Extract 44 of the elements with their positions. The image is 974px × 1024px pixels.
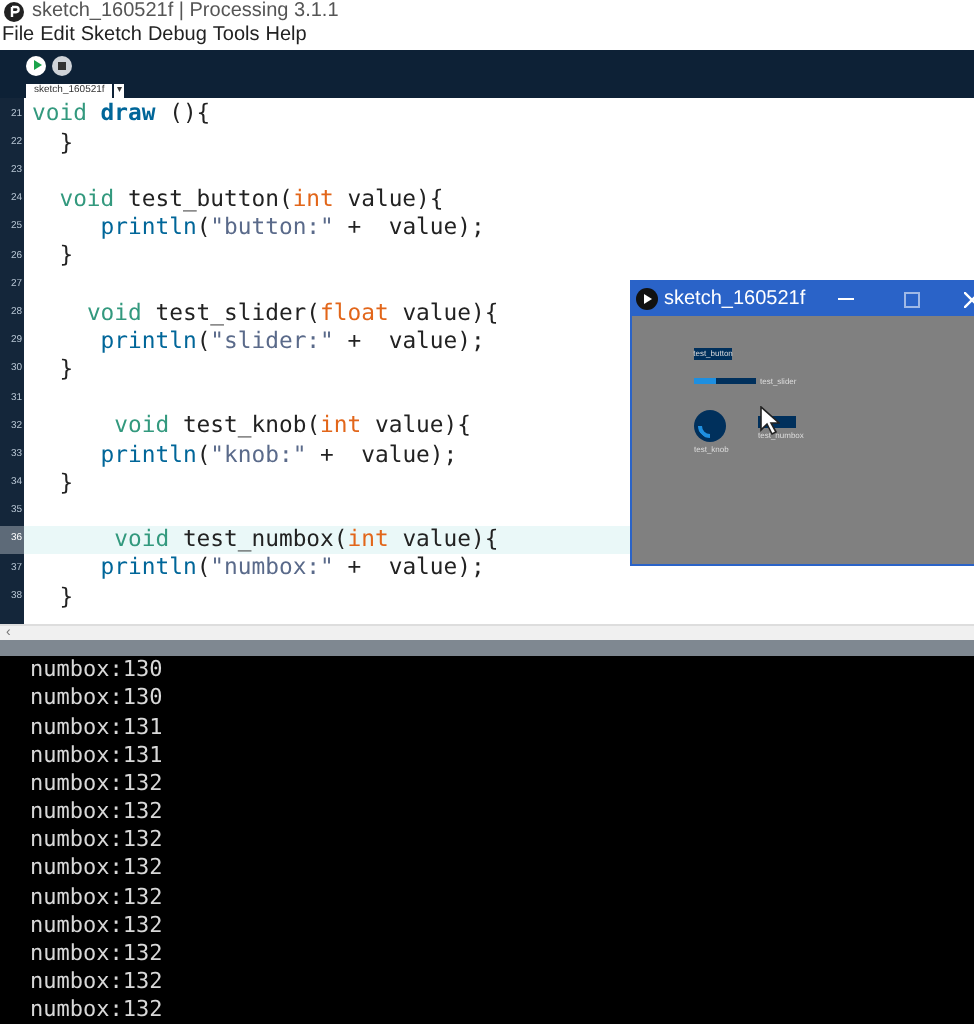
console-line: numbox:130 (30, 658, 163, 681)
app-logo-icon (636, 288, 658, 310)
menu-item[interactable]: Edit (40, 26, 75, 47)
code-line: println("knob:" + value); (98, 443, 458, 467)
console-line: numbox:132 (30, 970, 163, 993)
menu-item[interactable]: Debug (147, 26, 207, 47)
console-line: numbox:132 (30, 913, 163, 936)
play-icon (31, 60, 41, 71)
stop-icon (58, 61, 66, 70)
console-line: numbox:130 (30, 686, 163, 709)
mouse-pointer-icon (760, 406, 780, 436)
menu-item[interactable]: Help (265, 26, 307, 47)
code-line: } (57, 471, 74, 495)
console-line: numbox:131 (30, 743, 163, 766)
console-line: numbox:132 (30, 885, 163, 908)
console-line: numbox:132 (30, 942, 163, 965)
console-line: numbox:132 (30, 828, 163, 851)
console-line: numbox:132 (30, 856, 163, 879)
stop-button[interactable] (52, 55, 72, 76)
code-line: void draw (){ (32, 102, 211, 126)
maximize-icon[interactable] (904, 291, 920, 307)
code-line: } (57, 244, 74, 268)
code-line: void test_numbox(int value){ (112, 528, 499, 552)
slider-track[interactable] (694, 378, 756, 384)
console-line: numbox:132 (30, 998, 163, 1021)
window-title: sketch_160521f (664, 289, 806, 309)
code-line: } (57, 131, 74, 155)
console-line: numbox:131 (30, 715, 163, 738)
console-line: numbox:132 (30, 800, 163, 823)
code-line: println("button:" + value); (98, 216, 485, 240)
code-line: } (57, 585, 74, 609)
menu-item[interactable]: File (2, 26, 35, 47)
console-line: numbox:132 (30, 771, 163, 794)
code-line: void test_slider(float value){ (84, 301, 499, 325)
menu-item[interactable]: Sketch (80, 26, 142, 47)
code-line: println("numbox:" + value); (98, 556, 485, 580)
knob[interactable] (694, 410, 726, 442)
run-button[interactable] (26, 55, 46, 76)
window-title: sketch_160521f | Processing 3.1.1 (32, 1, 339, 22)
code-line: void test_button(int value){ (57, 187, 444, 211)
menu-item[interactable]: Tools (212, 26, 260, 47)
code-line: } (57, 358, 74, 382)
code-line: println("slider:" + value); (98, 329, 485, 353)
code-line: void test_knob(int value){ (112, 414, 471, 438)
